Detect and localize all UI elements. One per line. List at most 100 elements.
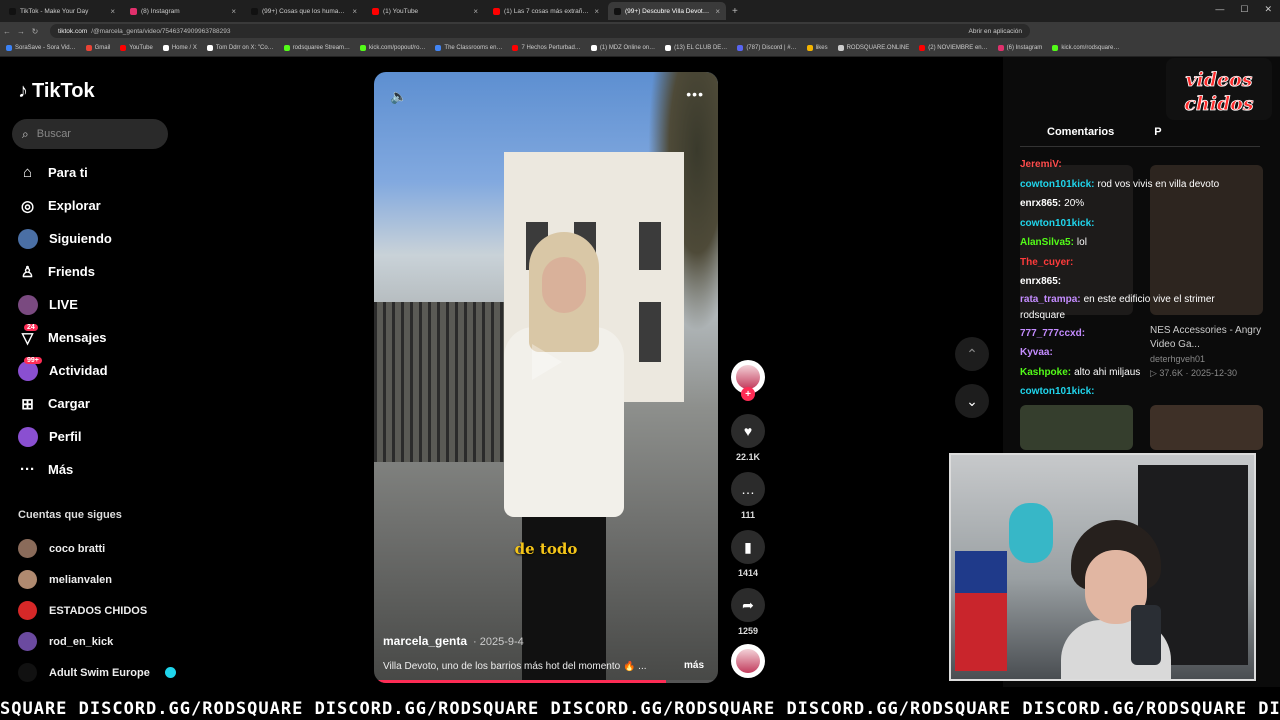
bookmark-item[interactable]: kick.com/rodsquare… [1052,45,1119,51]
tab-close-icon[interactable]: × [110,7,115,16]
following-name: coco bratti [49,542,106,555]
bookmark-item[interactable]: kick.com/popout/ro… [360,45,425,51]
like-button[interactable]: ♥ [731,414,765,448]
author-name[interactable]: marcela_genta [383,634,467,648]
scroll-up-button[interactable]: ⌃ [955,337,989,371]
play-icon[interactable] [528,342,564,382]
tab-label: (8) Instagram [141,7,180,15]
browser-tab[interactable]: (99+) Descubre Villa Devot… × [608,2,726,20]
sidebar-item-live[interactable]: LIVE [18,288,112,321]
bookmark-item[interactable]: Tom Ddrr on X: "Co… [206,45,274,51]
bookmark-item[interactable]: RODSQUARE.ONLINE [837,45,909,51]
address-bar[interactable]: tiktok.com/@marcela_genta/video/75463749… [50,24,1030,38]
minimize-icon[interactable]: — [1215,4,1224,15]
maximize-icon[interactable]: ☐ [1240,4,1248,15]
browser-tab[interactable]: TikTok - Make Your Day × [3,2,121,20]
sidebar-item-mensajes[interactable]: ▽ 24 Mensajes [18,321,112,354]
bookmark-item[interactable]: (2) NOVIEMBRE en… [919,45,988,51]
share-button[interactable]: ➦ [731,588,765,622]
related-thumbnail[interactable] [1020,405,1133,450]
tab-other[interactable]: P [1154,126,1161,138]
bookmark-favicon-icon [919,45,926,51]
bookmark-item[interactable]: likes [806,45,828,51]
chat-message: rata_trampa: en este edificio vive el str… [1020,292,1260,324]
bookmark-item[interactable]: YouTube [120,45,153,51]
comment-button[interactable]: … [731,472,765,506]
tab-favicon-icon [493,7,500,15]
video-description: Villa Devoto, uno de los barrios más hot… [383,661,647,672]
related-thumbnail[interactable] [1150,405,1263,450]
save-button[interactable]: ▮ [731,530,765,564]
bookmarks-bar: SoraSave - Sora Vid… Gmail YouTube Home / X… [0,40,1280,57]
notification-badge: 99+ [24,357,42,364]
bookmark-item[interactable]: SoraSave - Sora Vid… [6,45,76,51]
creator-avatar[interactable]: + [731,360,765,401]
bookmark-item[interactable]: rodsquaree Stream… [283,45,350,51]
browser-tab[interactable]: (99+) Cosas que los humanos n…× [245,2,363,20]
following-account[interactable]: Adult Swim Europe [18,657,176,688]
tab-close-icon[interactable]: × [594,7,599,16]
tab-favicon-icon [130,7,137,15]
new-tab-icon[interactable]: + [732,6,738,17]
sidebar-item-cargar[interactable]: ⊞ Cargar [18,387,112,420]
video-author[interactable]: marcela_genta · 2025-9-4 [383,634,524,648]
sidebar-item-para-ti[interactable]: ⌂ Para ti [18,156,112,189]
forward-icon[interactable]: → [14,27,28,36]
tab-comments[interactable]: Comentarios [1047,126,1114,138]
sidebar-item-friends[interactable]: ♙ Friends [18,255,112,288]
chat-username: Kashpoke: [1020,366,1072,378]
upload-icon: ⊞ [21,395,34,413]
follow-plus-icon[interactable]: + [741,387,755,401]
tab-close-icon[interactable]: × [352,7,357,16]
reload-icon[interactable]: ↻ [28,27,42,36]
profile-avatar-icon [18,426,38,447]
open-in-app-button[interactable]: Abrir en aplicación [969,28,1022,35]
following-account[interactable]: coco bratti [18,533,176,564]
sound-disc[interactable] [731,644,765,678]
bookmark-favicon-icon [590,45,597,51]
browser-tab[interactable]: (1) YouTube × [366,2,484,20]
back-icon[interactable]: ← [0,27,14,36]
browser-tab[interactable]: (8) Instagram × [124,2,242,20]
webcam-overlay [949,453,1256,681]
microphone-image [1131,605,1161,665]
chat-message: The_cuyer: [1020,253,1260,273]
tiktok-logo[interactable]: ♪ TikTok [18,80,95,103]
tab-close-icon[interactable]: × [715,7,720,16]
tab-close-icon[interactable]: × [473,7,478,16]
bookmark-favicon-icon [737,45,744,51]
stream-chat-overlay: JeremiV: cowton101kick: rod vos vivis en v… [1020,155,1260,402]
close-window-icon[interactable]: ✕ [1264,4,1272,15]
bookmark-item[interactable]: (6) Instagram [997,45,1042,51]
following-account[interactable]: ESTADOS CHIDOS [18,595,176,626]
more-options-icon[interactable]: ••• [686,86,704,102]
bookmark-item[interactable]: Home / X [162,45,197,51]
sidebar-item-actividad[interactable]: 99+ Actividad [18,354,112,387]
sidebar-item-siguiendo[interactable]: Siguiendo [18,222,112,255]
bookmark-item[interactable]: 7 Hechos Perturbad… [512,45,581,51]
scroll-down-button[interactable]: ⌄ [955,384,989,418]
sidebar-item-más[interactable]: ··· Más [18,453,112,486]
bookmark-item[interactable]: (1) MDZ Online on… [590,45,655,51]
bookmark-item[interactable]: Gmail [85,45,110,51]
browser-tab[interactable]: (1) Las 7 cosas más extrañas q… × [487,2,605,20]
presenter-image [484,232,644,683]
search-input[interactable]: ⌕ Buscar [12,119,168,149]
bookmark-item[interactable]: The Classrooms en… [435,45,502,51]
following-account[interactable]: melianvalen [18,564,176,595]
tab-close-icon[interactable]: × [231,7,236,16]
sidebar-item-explorar[interactable]: ◎ Explorar [18,189,112,222]
volume-icon[interactable]: 🔈 [390,88,407,105]
video-player[interactable]: 🔈 ••• de todo marcela_genta · 2025-9-4 Vi… [374,72,718,683]
video-progress-bar[interactable] [374,680,718,683]
svg-text:chidos: chidos [1184,93,1254,115]
more-description-button[interactable]: más [684,660,704,671]
bookmark-favicon-icon [997,45,1004,51]
chevron-down-icon: ⌄ [966,392,978,409]
tab-label: (99+) Cosas que los humanos n… [262,7,349,15]
bookmark-item[interactable]: (787) Discord | #… [737,45,797,51]
following-account[interactable]: rod_en_kick [18,626,176,657]
bookmark-item[interactable]: (13) EL CLUB DE… [665,45,727,51]
tab-favicon-icon [614,7,621,15]
sidebar-item-perfil[interactable]: Perfil [18,420,112,453]
